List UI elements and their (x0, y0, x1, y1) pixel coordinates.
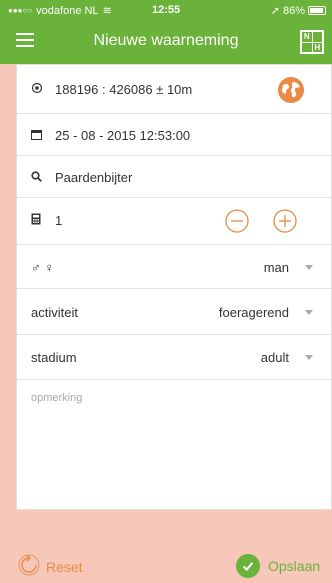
globe-icon[interactable] (277, 76, 305, 104)
app-logo: NH (300, 30, 324, 54)
datetime-row[interactable]: 25 - 08 - 2015 12:53:00 (17, 114, 332, 156)
stage-select[interactable]: stadium adult (17, 335, 332, 380)
sex-label: ♂ ♀ (31, 260, 55, 275)
species-value: Paardenbijter (55, 170, 133, 185)
battery-percent: 86% (282, 4, 305, 17)
stage-value: adult (260, 350, 289, 365)
activity-label: activiteit (31, 305, 78, 320)
decrement-button[interactable] (225, 209, 249, 233)
signal-icon: ●●●○○ (8, 6, 33, 15)
datetime-value: 25 - 08 - 2015 12:53:00 (55, 128, 191, 143)
check-icon (236, 554, 260, 578)
carrier: ●●●○○ vodafone NL ≋ (8, 4, 112, 18)
clock: 12:55 (152, 4, 181, 16)
battery-icon (308, 6, 326, 15)
location-row[interactable]: 188196 : 426086 ± 10m (17, 65, 332, 114)
save-button[interactable]: Opslaan (236, 554, 320, 578)
sex-select[interactable]: ♂ ♀ man (17, 245, 332, 289)
increment-button[interactable] (273, 209, 297, 233)
species-row[interactable]: Paardenbijter (17, 156, 332, 198)
wifi-icon: ≋ (102, 5, 112, 17)
gps-target-icon (31, 82, 43, 97)
battery: ➚ 86% (271, 4, 326, 17)
reset-button[interactable]: Reset (18, 554, 83, 579)
observation-form: 188196 : 426086 ± 10m 25 - 08 - 2015 12:… (16, 64, 332, 510)
reset-label: Reset (46, 558, 83, 575)
location-arrow-icon: ➚ (270, 5, 280, 17)
calculator-icon (31, 213, 41, 228)
activity-value: foeragerend (218, 305, 289, 320)
status-bar: ●●●○○ vodafone NL ≋ 12:55 ➚ 86% (0, 0, 332, 20)
note-field[interactable]: opmerking (17, 380, 332, 510)
reset-icon (18, 554, 40, 579)
count-row: 1 (17, 198, 332, 245)
chevron-down-icon (305, 265, 313, 270)
chevron-down-icon (305, 355, 313, 360)
location-value: 188196 : 426086 ± 10m (55, 82, 193, 97)
carrier-name: vodafone NL (36, 4, 99, 17)
activity-select[interactable]: activiteit foeragerend (17, 289, 332, 335)
calendar-icon (31, 128, 42, 143)
stage-label: stadium (31, 350, 77, 365)
page-title: Nieuwe waarneming (93, 32, 239, 49)
count-value[interactable]: 1 (55, 213, 62, 228)
search-icon (31, 170, 42, 185)
sex-value: man (263, 260, 289, 275)
action-bar: Reset Opslaan (0, 510, 332, 583)
note-placeholder: opmerking (31, 392, 83, 404)
nav-bar: Nieuwe waarneming NH (0, 20, 332, 64)
chevron-down-icon (305, 310, 313, 315)
save-label: Opslaan (268, 558, 321, 574)
